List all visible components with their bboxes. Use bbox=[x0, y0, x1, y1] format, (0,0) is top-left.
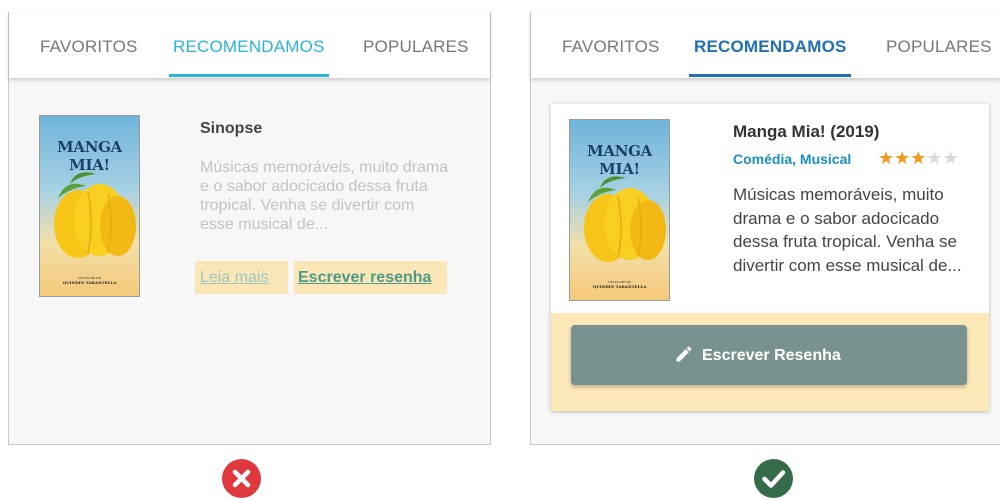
mango-illustration bbox=[584, 176, 666, 262]
synopsis-text: Músicas memoráveis, muito drama e o sabo… bbox=[200, 159, 449, 233]
tab-favoritos[interactable]: FAVORITOS bbox=[562, 37, 660, 57]
movie-title: Manga Mia! (2019) bbox=[733, 122, 880, 141]
tab-bar: FAVORITOS RECOMENDAMOS POPULARES bbox=[531, 12, 1000, 78]
star-rating: ★★★★★ bbox=[878, 148, 959, 169]
synopsis-text: Músicas memoráveis, muito drama e o sabo… bbox=[733, 185, 962, 275]
write-review-button-label: Escrever Resenha bbox=[702, 347, 841, 364]
success-check-icon bbox=[754, 459, 793, 498]
poster-credit-name: QUINDIN TARANTELLA bbox=[62, 280, 117, 285]
tab-populares[interactable]: POPULARES bbox=[363, 37, 469, 57]
pencil-icon bbox=[676, 346, 692, 362]
star-filled-icon: ★ bbox=[878, 148, 895, 168]
tab-populares[interactable]: POPULARES bbox=[886, 37, 992, 57]
poster-credit: UM FILME DE QUINDIN TARANTELLA bbox=[570, 280, 669, 289]
tab-bar: FAVORITOS RECOMENDAMOS POPULARES bbox=[9, 12, 490, 78]
star-empty-icon: ★ bbox=[942, 148, 959, 168]
active-tab-indicator bbox=[689, 74, 851, 77]
active-tab-indicator bbox=[169, 74, 329, 77]
tab-recomendamos[interactable]: RECOMENDAMOS bbox=[694, 37, 847, 57]
mango-illustration bbox=[54, 172, 136, 258]
good-example-panel: FAVORITOS RECOMENDAMOS POPULARES MANGA M… bbox=[530, 12, 1000, 445]
star-empty-icon: ★ bbox=[926, 148, 943, 168]
star-filled-icon: ★ bbox=[910, 148, 927, 168]
read-more-link[interactable]: Leia mais bbox=[195, 261, 288, 294]
tab-favoritos[interactable]: FAVORITOS bbox=[40, 37, 138, 57]
bad-example-panel: FAVORITOS RECOMENDAMOS POPULARES MANGA M… bbox=[8, 12, 491, 445]
tab-recomendamos[interactable]: RECOMENDAMOS bbox=[173, 37, 325, 57]
poster-credit-name: QUINDIN TARANTELLA bbox=[592, 284, 647, 289]
star-filled-icon: ★ bbox=[894, 148, 911, 168]
error-x-icon bbox=[222, 459, 261, 498]
poster-credit: UM FILME DE QUINDIN TARANTELLA bbox=[40, 276, 139, 285]
movie-poster: MANGA MIA! UM FILME DE QUINDIN TARANTELL… bbox=[569, 119, 670, 301]
synopsis-heading: Sinopse bbox=[200, 120, 263, 137]
movie-poster: MANGA MIA! UM FILME DE QUINDIN TARANTELL… bbox=[39, 115, 140, 297]
write-review-button[interactable]: Escrever Resenha bbox=[571, 325, 967, 385]
movie-genre: Comédia, Musical bbox=[733, 151, 852, 167]
write-review-link[interactable]: Escrever resenha bbox=[294, 261, 447, 294]
